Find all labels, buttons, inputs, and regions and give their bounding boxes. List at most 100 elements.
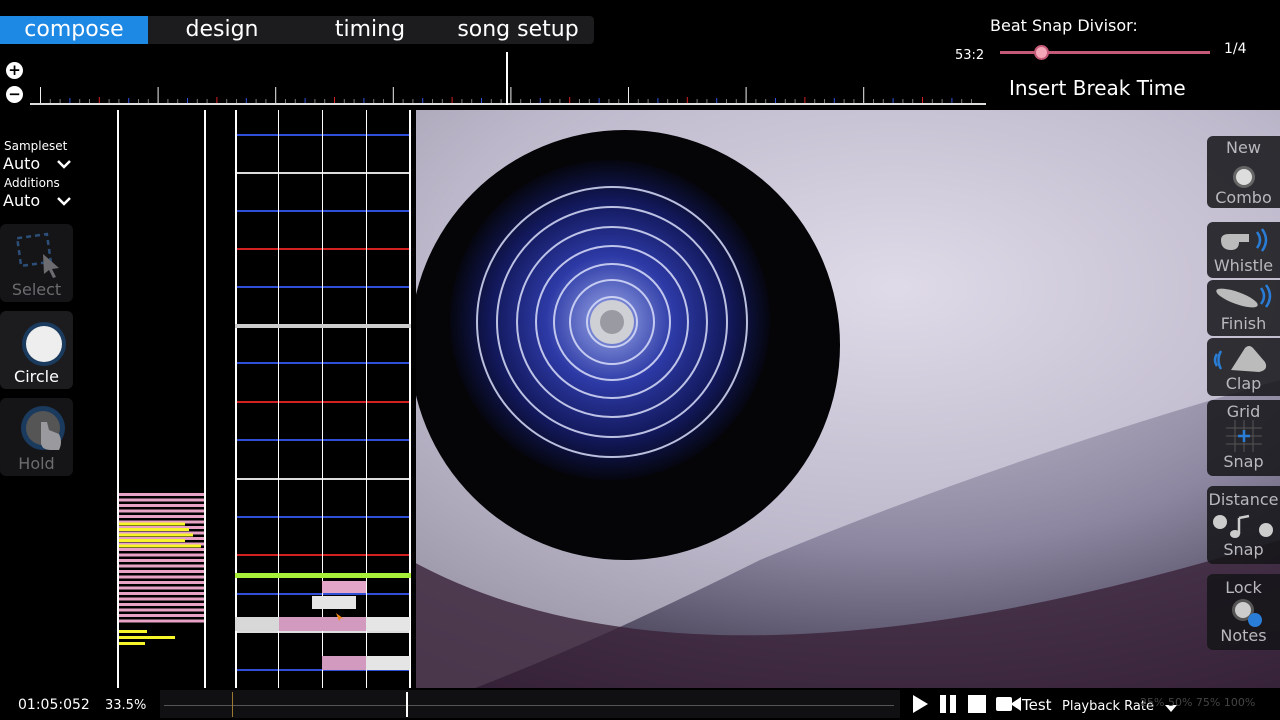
lock-icon bbox=[1232, 599, 1262, 627]
tab-design[interactable]: design bbox=[148, 16, 296, 44]
density-segment bbox=[119, 597, 204, 601]
additions-label: Additions bbox=[4, 176, 60, 190]
left-tool-panel: Sampleset Auto Additions Auto Select Cir… bbox=[0, 110, 116, 688]
clap-label: Clap bbox=[1225, 374, 1262, 393]
new-combo-label-2: Combo bbox=[1215, 188, 1272, 207]
chevron-down-icon[interactable] bbox=[56, 195, 72, 207]
stop-icon[interactable] bbox=[966, 693, 988, 715]
density-segment bbox=[119, 575, 204, 579]
hold-note bbox=[322, 656, 366, 670]
density-segment bbox=[119, 498, 204, 502]
current-time-line bbox=[235, 573, 411, 578]
finish-icon bbox=[1216, 284, 1272, 308]
playback-rate-options[interactable]: 25% 50% 75% 100% bbox=[1140, 696, 1255, 709]
zoom-in-icon[interactable]: + bbox=[6, 62, 23, 79]
hold-icon bbox=[20, 406, 65, 450]
sampleset-label: Sampleset bbox=[4, 139, 68, 153]
hold-tool-label: Hold bbox=[18, 454, 55, 473]
density-segment bbox=[119, 636, 175, 639]
new-combo-label-1: New bbox=[1226, 138, 1261, 157]
top-bar: compose design timing song setup + − Bea… bbox=[0, 0, 1280, 110]
density-segment bbox=[119, 564, 204, 568]
density-segment bbox=[119, 581, 204, 584]
density-segment bbox=[119, 509, 204, 513]
pause-icon[interactable] bbox=[938, 693, 960, 715]
distance-snap-label-2: Snap bbox=[1223, 540, 1264, 559]
density-segment bbox=[119, 548, 204, 551]
density-segment bbox=[119, 570, 204, 573]
play-icon[interactable] bbox=[910, 693, 930, 715]
beat-snap-slider-knob[interactable] bbox=[1034, 45, 1049, 60]
beat-snap-slider[interactable] bbox=[1000, 51, 1210, 54]
select-tool-label: Select bbox=[11, 280, 62, 299]
beat-snap-value: 1/4 bbox=[1224, 41, 1247, 57]
density-segment bbox=[119, 619, 204, 623]
snap-time: 53:2 bbox=[955, 48, 985, 63]
chevron-down-icon[interactable] bbox=[56, 158, 72, 170]
density-segment bbox=[119, 559, 204, 562]
circle-icon bbox=[21, 322, 66, 366]
song-progress-percent: 33.5% bbox=[105, 698, 147, 713]
density-segment bbox=[119, 630, 147, 633]
insert-break-time-button[interactable]: Insert Break Time bbox=[1009, 76, 1186, 100]
timeline-scrubber[interactable] bbox=[30, 52, 986, 106]
current-time: 01:05:052 bbox=[18, 697, 90, 713]
lock-notes-label-2: Notes bbox=[1220, 626, 1267, 645]
density-segment bbox=[119, 614, 204, 617]
song-progress-bar[interactable] bbox=[160, 690, 900, 718]
sampleset-dropdown[interactable]: Auto bbox=[3, 154, 40, 173]
whistle-label: Whistle bbox=[1213, 256, 1274, 275]
density-segment bbox=[119, 493, 204, 496]
density-segment bbox=[119, 642, 145, 645]
density-segment bbox=[119, 603, 204, 606]
distance-snap-label-1: Distance bbox=[1208, 490, 1279, 509]
density-segment bbox=[119, 528, 189, 531]
test-button[interactable]: Test bbox=[1022, 696, 1052, 714]
mania-playfield[interactable] bbox=[116, 110, 416, 688]
density-segment bbox=[119, 544, 201, 548]
circle-tool-label: Circle bbox=[14, 367, 59, 386]
tab-timing[interactable]: timing bbox=[296, 16, 444, 44]
zoom-out-icon[interactable]: − bbox=[6, 86, 23, 103]
density-segment bbox=[119, 504, 204, 507]
distance-snap-button[interactable]: Distance Snap bbox=[1207, 486, 1280, 564]
finish-button[interactable]: Finish bbox=[1207, 280, 1280, 336]
additions-dropdown[interactable]: Auto bbox=[3, 191, 40, 210]
note bbox=[312, 596, 356, 609]
select-icon bbox=[15, 232, 59, 278]
progress-marker[interactable] bbox=[406, 692, 408, 717]
hold-note bbox=[322, 581, 366, 593]
grid-snap-label-2: Snap bbox=[1223, 452, 1264, 471]
tab-compose[interactable]: compose bbox=[0, 16, 148, 44]
whistle-button[interactable]: Whistle bbox=[1207, 222, 1280, 278]
new-combo-button[interactable]: New Combo bbox=[1207, 136, 1280, 208]
timeline-cursor bbox=[506, 52, 508, 105]
clap-button[interactable]: Clap bbox=[1207, 338, 1280, 396]
note bbox=[366, 656, 410, 670]
density-segment bbox=[119, 533, 193, 537]
hold-note bbox=[279, 617, 366, 631]
mode-tabs: compose design timing song setup bbox=[0, 16, 594, 44]
note bbox=[366, 617, 410, 631]
lock-notes-button[interactable]: Lock Notes bbox=[1207, 574, 1280, 650]
grid-icon bbox=[1226, 420, 1262, 452]
note bbox=[235, 617, 279, 631]
density-segment bbox=[119, 539, 185, 542]
density-segment bbox=[119, 522, 185, 526]
select-tool-button[interactable]: Select bbox=[0, 224, 73, 302]
hold-tool-button[interactable]: Hold bbox=[0, 398, 73, 476]
whistle-icon bbox=[1221, 228, 1268, 252]
density-segment bbox=[119, 515, 204, 518]
beat-snap-label: Beat Snap Divisor: bbox=[990, 16, 1138, 35]
tab-song-setup[interactable]: song setup bbox=[444, 16, 592, 44]
density-segment bbox=[119, 608, 204, 612]
grid-snap-button[interactable]: Grid Snap bbox=[1207, 400, 1280, 476]
finish-label: Finish bbox=[1220, 314, 1267, 333]
bottom-bar: 01:05:052 33.5% Test Playback Rate 25% 5… bbox=[0, 688, 1280, 720]
grid-snap-label-1: Grid bbox=[1226, 402, 1261, 421]
density-segment bbox=[119, 592, 204, 595]
density-segment bbox=[119, 586, 204, 590]
test-camera-icon[interactable] bbox=[995, 693, 1023, 715]
circle-tool-button[interactable]: Circle bbox=[0, 311, 73, 389]
distance-snap-icon bbox=[1213, 514, 1273, 538]
